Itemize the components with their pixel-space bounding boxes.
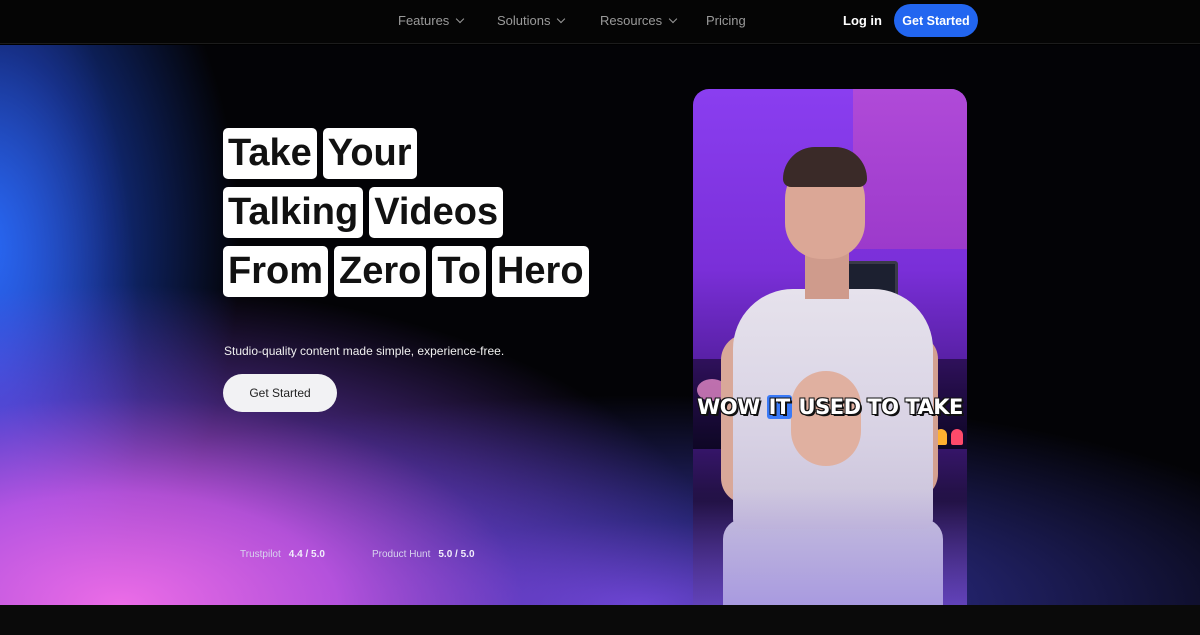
login-link[interactable]: Log in — [843, 13, 882, 28]
caption-text: WOW — [697, 395, 767, 419]
nav-pricing[interactable]: Pricing — [706, 13, 746, 28]
headline-word: Zero — [334, 246, 427, 297]
rating-source: Trustpilot — [240, 549, 281, 560]
headline-row: Talking Videos — [223, 187, 589, 238]
page-bottom-band — [0, 605, 1200, 635]
headline-word: Hero — [491, 246, 589, 297]
hero-section: Take Your Talking Videos From Zero To He… — [0, 45, 1200, 605]
rating-source: Product Hunt — [372, 549, 431, 560]
headline-row: Take Your — [223, 128, 589, 179]
get-started-nav-button[interactable]: Get Started — [894, 4, 978, 37]
headline-word: Take — [223, 128, 317, 179]
headline-word: From — [223, 246, 328, 297]
caption-highlight-word: IT — [766, 395, 792, 419]
hero-headline: Take Your Talking Videos From Zero To He… — [223, 128, 589, 305]
chevron-down-icon — [456, 14, 465, 24]
caption-text: USED TO TAKE — [791, 395, 964, 419]
chevron-down-icon — [668, 14, 678, 24]
headline-row: From Zero To Hero — [223, 246, 589, 297]
nav-solutions[interactable]: Solutions — [497, 13, 566, 28]
rating-score: 5.0 / 5.0 — [438, 549, 475, 560]
nav-features-label: Features — [398, 13, 450, 28]
rating-score: 4.4 / 5.0 — [288, 549, 325, 560]
headline-word: Your — [322, 128, 417, 179]
get-started-hero-button[interactable]: Get Started — [223, 374, 337, 412]
headline-word: Talking — [223, 187, 364, 238]
nav-solutions-label: Solutions — [497, 13, 551, 28]
video-caption: WOW IT USED TO TAKE — [693, 395, 967, 419]
demo-video[interactable]: WOW IT USED TO TAKE — [693, 89, 967, 605]
nav-features[interactable]: Features — [398, 13, 465, 28]
rating-product-hunt: Product Hunt 5.0 / 5.0 — [372, 549, 475, 560]
rating-trustpilot: Trustpilot 4.4 / 5.0 — [240, 549, 325, 560]
headline-word: Videos — [369, 187, 504, 238]
hero-subtitle: Studio-quality content made simple, expe… — [224, 344, 505, 358]
top-nav: Features Solutions Resources Pricing Log… — [0, 0, 1200, 44]
nav-resources-label: Resources — [600, 13, 663, 28]
nav-pricing-label: Pricing — [706, 13, 746, 28]
headline-word: To — [432, 246, 486, 297]
chevron-down-icon — [557, 14, 566, 24]
nav-resources[interactable]: Resources — [600, 13, 678, 28]
